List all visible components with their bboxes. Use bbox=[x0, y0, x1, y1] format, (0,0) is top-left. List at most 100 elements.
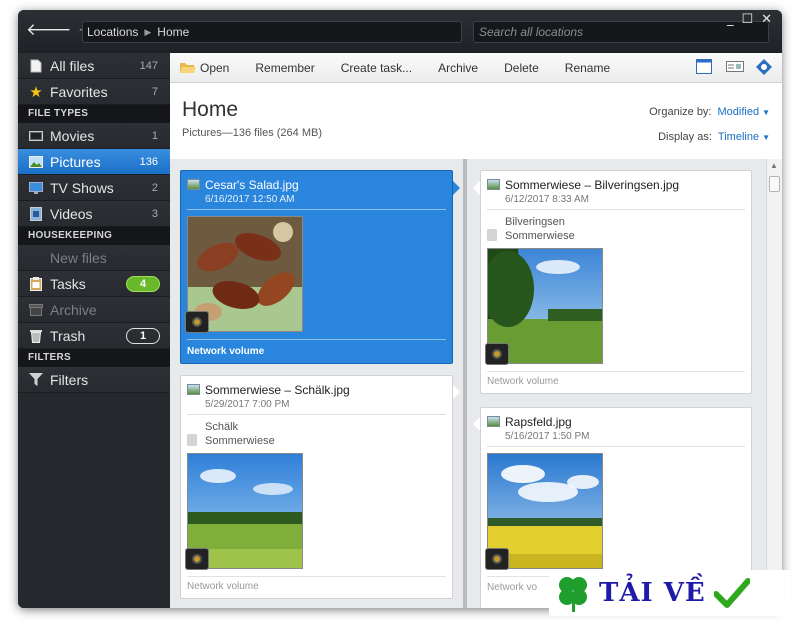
tag: Sommerwiese bbox=[205, 435, 275, 447]
file-card[interactable]: Sommerwiese – Bilveringsen.jpg 6/12/2017… bbox=[480, 170, 752, 394]
checkmark-icon bbox=[713, 578, 750, 608]
search-input[interactable]: Search all locations bbox=[473, 21, 769, 43]
section-header-housekeeping: HOUSEKEEPING bbox=[18, 227, 170, 245]
tasks-count-badge: 4 bbox=[126, 275, 160, 292]
tag: Sommerwiese bbox=[505, 230, 575, 242]
sidebar-item-movies[interactable]: Movies 1 bbox=[18, 123, 170, 149]
section-header-file-types: FILE TYPES bbox=[18, 105, 170, 123]
camera-icon bbox=[485, 343, 509, 365]
minimize-icon[interactable]: _ bbox=[727, 12, 734, 27]
sidebar-item-videos[interactable]: Videos 3 bbox=[18, 201, 170, 227]
sidebar-item-label: Videos bbox=[50, 205, 93, 222]
sidebar-item-pictures[interactable]: Pictures 136 bbox=[18, 149, 170, 175]
tag: Schälk bbox=[205, 421, 239, 433]
title-bar: 🡐 🡒 Locations ▶ Home Search all location… bbox=[18, 10, 782, 53]
video-icon bbox=[28, 206, 44, 222]
scrollbar-thumb[interactable] bbox=[769, 176, 780, 192]
sidebar-item-tv-shows[interactable]: TV Shows 2 bbox=[18, 175, 170, 201]
chevron-down-icon[interactable]: ▼ bbox=[762, 108, 770, 117]
inspector-diamond-icon[interactable] bbox=[756, 59, 774, 75]
organize-dropdown[interactable]: Modified bbox=[718, 106, 760, 118]
organize-label: Organize by: bbox=[649, 106, 712, 118]
chevron-down-icon[interactable]: ▼ bbox=[762, 133, 770, 142]
sidebar-item-trash[interactable]: Trash 1 bbox=[18, 323, 170, 349]
file-card[interactable]: Sommerwiese – Schälk.jpg 5/29/2017 7:00 … bbox=[180, 375, 453, 599]
sidebar-item-label: Tasks bbox=[50, 275, 86, 292]
image-file-icon bbox=[487, 179, 500, 190]
new-files-icon bbox=[28, 250, 44, 266]
page-title: Home bbox=[182, 98, 239, 121]
window-controls: _ ☐ ✕ bbox=[727, 12, 772, 27]
sidebar-item-archive[interactable]: Archive bbox=[18, 297, 170, 323]
breadcrumb-locations[interactable]: Locations bbox=[87, 22, 138, 42]
breadcrumb-home[interactable]: Home bbox=[157, 22, 189, 42]
timeline-content: Cesar's Salad.jpg 6/16/2017 12:50 AM Net… bbox=[170, 159, 782, 608]
sidebar-item-label: Archive bbox=[50, 301, 97, 318]
clover-logo-icon bbox=[559, 577, 587, 612]
volume-label: Network volume bbox=[487, 376, 559, 387]
open-label: Open bbox=[200, 60, 230, 75]
image-file-icon bbox=[187, 179, 200, 190]
sidebar-item-new-files[interactable]: New files bbox=[18, 245, 170, 271]
sidebar-item-favorites[interactable]: ★ Favorites 7 bbox=[18, 79, 170, 105]
info-panel-icon[interactable] bbox=[726, 59, 744, 75]
volume-label: Network vo bbox=[487, 582, 538, 593]
star-icon: ★ bbox=[29, 83, 43, 101]
tag-list: Schälk Sommerwiese bbox=[205, 420, 275, 448]
divider bbox=[187, 414, 446, 415]
close-icon[interactable]: ✕ bbox=[761, 12, 772, 27]
archive-button[interactable]: Archive bbox=[438, 61, 478, 75]
picture-icon bbox=[28, 154, 44, 170]
tv-icon bbox=[28, 180, 44, 196]
window-view-icon[interactable] bbox=[696, 59, 714, 75]
volume-label: Network volume bbox=[187, 346, 265, 357]
file-date: 6/16/2017 12:50 AM bbox=[205, 194, 295, 205]
maximize-icon[interactable]: ☐ bbox=[741, 12, 753, 27]
back-arrow-icon[interactable]: 🡐 bbox=[26, 20, 72, 42]
image-file-icon bbox=[487, 416, 500, 427]
file-date: 5/16/2017 1:50 PM bbox=[505, 431, 590, 442]
remember-button[interactable]: Remember bbox=[255, 61, 314, 75]
display-dropdown[interactable]: Timeline bbox=[718, 131, 759, 143]
page-subtitle: Pictures—136 files (264 MB) bbox=[182, 127, 322, 139]
sidebar-item-filters[interactable]: Filters bbox=[18, 367, 170, 393]
rename-button[interactable]: Rename bbox=[565, 61, 610, 75]
file-card[interactable]: Cesar's Salad.jpg 6/16/2017 12:50 AM Net… bbox=[180, 170, 453, 364]
tag-icon bbox=[487, 229, 497, 241]
item-count: 1 bbox=[151, 129, 158, 142]
nav-buttons: 🡐 🡒 bbox=[26, 20, 123, 42]
file-date: 5/29/2017 7:00 PM bbox=[205, 399, 290, 410]
item-count: 3 bbox=[151, 207, 158, 220]
sidebar-item-label: Favorites bbox=[50, 83, 108, 100]
sidebar-item-label: All files bbox=[50, 57, 95, 74]
timeline-pointer bbox=[473, 181, 480, 195]
scroll-up-icon[interactable]: ▲ bbox=[770, 161, 778, 170]
clipboard-icon bbox=[28, 276, 44, 292]
create-task-button[interactable]: Create task... bbox=[341, 61, 412, 75]
breadcrumb[interactable]: Locations ▶ Home bbox=[82, 21, 462, 43]
sidebar: All files 147 ★ Favorites 7 FILE TYPES M… bbox=[18, 53, 170, 608]
toolbar: Open Remember Create task... Archive Del… bbox=[170, 53, 782, 83]
file-name: Sommerwiese – Schälk.jpg bbox=[205, 383, 350, 397]
item-count: 2 bbox=[151, 181, 158, 194]
vertical-scrollbar[interactable]: ▲ bbox=[766, 159, 782, 608]
sidebar-item-label: Pictures bbox=[50, 153, 101, 170]
sidebar-item-all-files[interactable]: All files 147 bbox=[18, 53, 170, 79]
sidebar-item-tasks[interactable]: Tasks 4 bbox=[18, 271, 170, 297]
file-date: 6/12/2017 8:33 AM bbox=[505, 194, 589, 205]
camera-icon bbox=[485, 548, 509, 570]
sidebar-item-label: Trash bbox=[50, 327, 86, 344]
delete-button[interactable]: Delete bbox=[504, 61, 539, 75]
sidebar-item-label: New files bbox=[50, 249, 107, 266]
main-panel: Open Remember Create task... Archive Del… bbox=[170, 53, 782, 608]
divider bbox=[187, 339, 446, 340]
tag: Bilveringsen bbox=[505, 216, 565, 228]
display-label: Display as: bbox=[658, 131, 712, 143]
trash-icon bbox=[28, 328, 44, 344]
divider bbox=[487, 446, 745, 447]
file-name: Rapsfeld.jpg bbox=[505, 415, 572, 429]
open-button[interactable]: Open bbox=[180, 61, 229, 75]
item-count: 7 bbox=[151, 85, 158, 98]
section-header-filters: FILTERS bbox=[18, 349, 170, 367]
document-icon bbox=[28, 58, 44, 74]
